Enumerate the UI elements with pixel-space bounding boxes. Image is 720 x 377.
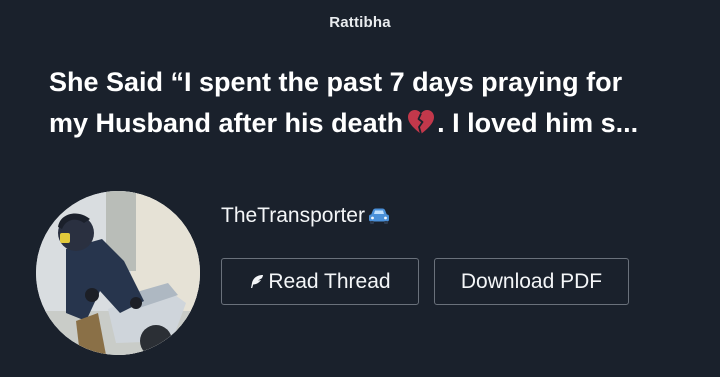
avatar (36, 191, 200, 355)
brand-title: Rattibha (329, 14, 391, 31)
car-icon (368, 208, 389, 224)
broken-heart-icon (408, 110, 435, 135)
thread-title-line-1: She Said “I spent the past 7 days prayin… (49, 67, 623, 97)
avatar-photo (36, 191, 200, 355)
thread-title-line-2: my Husband after his death . I loved him… (49, 103, 689, 144)
thread-title-line-2-text: my Husband after his death (49, 108, 404, 138)
author-name-text: TheTransporter (221, 204, 365, 227)
thread-title-line-2-end: . I loved him s... (437, 108, 639, 138)
feather-icon (251, 275, 264, 288)
read-thread-button[interactable]: Read Thread (221, 258, 419, 305)
download-pdf-label: Download PDF (460, 269, 603, 293)
author-name[interactable]: TheTransporter (221, 204, 391, 228)
download-pdf-button[interactable]: Download PDF (434, 258, 629, 305)
read-thread-label: Read Thread (268, 269, 391, 293)
thread-title[interactable]: She Said “I spent the past 7 days prayin… (49, 62, 689, 144)
